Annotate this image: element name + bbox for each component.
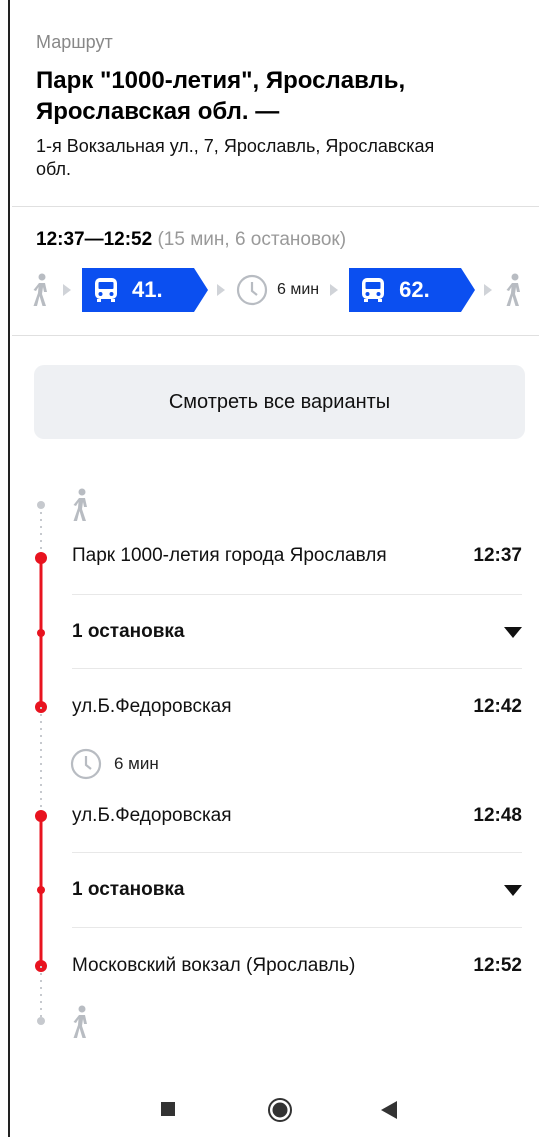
bus-41-badge: 41. — [82, 268, 208, 312]
walk-icon — [70, 487, 92, 528]
divider — [72, 927, 522, 928]
walk-icon — [30, 272, 52, 308]
stop-name: ул.Б.Федоровская — [72, 805, 232, 826]
walk-icon — [503, 272, 525, 308]
stops-count: 1 остановка — [72, 879, 185, 900]
wait-time: 6 мин — [114, 754, 159, 773]
route-scheme[interactable]: 41. 6 мин 62. — [30, 268, 530, 312]
transfer-wait: 6 мин — [70, 748, 159, 780]
chevron-right-icon — [484, 284, 493, 296]
divider — [72, 594, 522, 595]
divider — [72, 668, 522, 669]
stop-name: Московский вокзал (Ярославль) — [72, 955, 356, 976]
wait-segment: 6 мин — [236, 274, 319, 306]
stop-row[interactable]: ул.Б.Федоровская 12:42 — [72, 696, 522, 718]
bus-icon — [95, 278, 117, 302]
bus-number: 41. — [132, 277, 163, 302]
route-summary: 12:37—12:52 (15 мин, 6 остановок) — [36, 229, 346, 251]
intermediate-stops-toggle[interactable]: 1 остановка — [72, 879, 522, 901]
clock-icon — [236, 274, 268, 306]
walk-icon — [70, 1004, 92, 1045]
caret-down-icon — [504, 626, 522, 638]
route-header: Маршрут Парк "1000-летия", Ярославль, Яр… — [36, 32, 526, 181]
all-variants-button[interactable]: Смотреть все варианты — [34, 365, 525, 439]
home-icon[interactable] — [267, 1097, 293, 1123]
recents-icon[interactable] — [160, 1101, 176, 1117]
system-navbar — [0, 1075, 539, 1137]
chevron-right-icon — [330, 284, 339, 296]
chevron-right-icon — [63, 284, 71, 296]
stop-row[interactable]: Московский вокзал (Ярославль) 12:52 — [72, 955, 522, 977]
bus-icon — [362, 278, 385, 302]
stop-time: 12:52 — [473, 955, 522, 976]
caret-down-icon — [504, 884, 522, 896]
stop-row[interactable]: ул.Б.Федоровская 12:48 — [72, 805, 522, 827]
window-edge — [8, 0, 10, 1137]
stop-time: 12:42 — [473, 696, 522, 717]
clock-icon — [70, 748, 102, 780]
route-title: Парк "1000-летия", Ярославль, Ярославска… — [36, 67, 406, 125]
time-range: 12:37—12:52 — [36, 229, 153, 250]
divider — [12, 335, 539, 336]
route-details: (15 мин, 6 остановок) — [157, 229, 347, 250]
stop-row[interactable]: Парк 1000-летия города Ярославля 12:37 — [72, 545, 522, 567]
back-icon[interactable] — [380, 1100, 398, 1120]
divider — [72, 852, 522, 853]
stop-name: ул.Б.Федоровская — [72, 696, 232, 717]
overline: Маршрут — [36, 32, 113, 52]
intermediate-stops-toggle[interactable]: 1 остановка — [72, 621, 522, 643]
stop-time: 12:37 — [473, 545, 522, 566]
bus-62-badge: 62. — [349, 268, 476, 312]
bus-number: 62. — [399, 277, 430, 302]
stop-name: Парк 1000-летия города Ярославля — [72, 545, 387, 566]
chevron-right-icon — [217, 284, 225, 296]
divider — [12, 206, 539, 207]
stops-count: 1 остановка — [72, 621, 185, 642]
route-destination: 1-я Вокзальная ул., 7, Ярославль, Яросла… — [36, 136, 435, 179]
stop-time: 12:48 — [473, 805, 522, 826]
wait-time: 6 мин — [277, 281, 320, 298]
